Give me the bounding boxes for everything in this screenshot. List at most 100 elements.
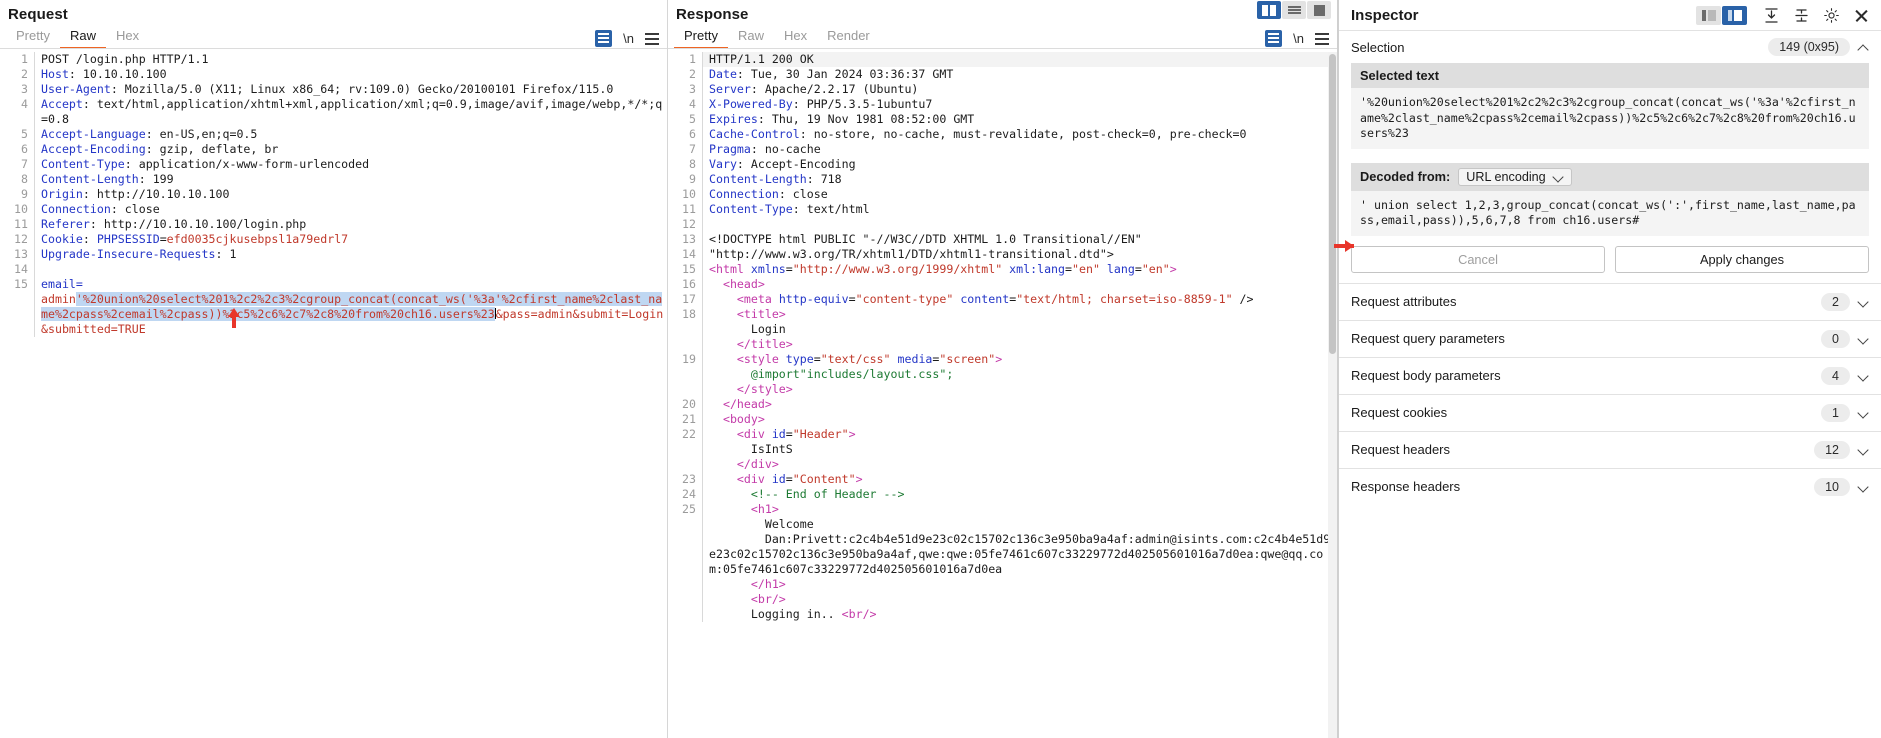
code-line: 24 <!-- End of Header --> — [668, 487, 1337, 502]
line-number: 10 — [682, 187, 696, 201]
code-line: 15 email= — [0, 277, 667, 292]
line-number: 25 — [682, 502, 696, 516]
request-tab-hex[interactable]: Hex — [106, 26, 149, 49]
line-number: 3 — [21, 82, 28, 96]
section-count-badge: 0 — [1821, 329, 1850, 348]
line-number: 11 — [682, 202, 696, 216]
hamburger-menu-icon[interactable] — [1315, 32, 1329, 46]
inspector-section-request-query-parameters[interactable]: Request query parameters 0 — [1339, 319, 1881, 357]
decoded-value[interactable]: ' union select 1,2,3,group_concat(concat… — [1351, 190, 1869, 236]
code-line: Logging in.. <br/> — [668, 607, 1337, 622]
request-editor[interactable]: 1 POST /login.php HTTP/1.1 2 Host: 10.10.10… — [0, 52, 667, 738]
expand-all-icon[interactable] — [1761, 5, 1781, 25]
request-tab-raw[interactable]: Raw — [59, 26, 106, 49]
response-editor[interactable]: 1 HTTP/1.1 200 OK 2 Date: Tue, 30 Jan 2024 … — [668, 52, 1337, 738]
chevron-down-icon[interactable] — [1858, 481, 1869, 492]
line-number: 9 — [689, 172, 696, 186]
code-line: 7 Content-Type: application/x-www-form-ur… — [0, 157, 667, 172]
response-tab-underline — [668, 48, 1337, 49]
line-number: 9 — [21, 187, 28, 201]
inspector-section-response-headers[interactable]: Response headers 10 — [1339, 467, 1881, 505]
selection-section-header[interactable]: Selection 149 (0x95) — [1339, 31, 1881, 63]
request-toolbar: \n — [595, 30, 659, 47]
code-line: Welcome — [668, 517, 1337, 532]
line-number: 2 — [689, 67, 696, 81]
response-tab-render[interactable]: Render — [817, 26, 880, 49]
split-vertical-layout-button[interactable] — [1257, 1, 1281, 19]
single-pane-layout-button[interactable] — [1307, 1, 1331, 19]
request-body-payload[interactable]: admin'%20union%20select%201%2c2%2c3%2cgr… — [0, 292, 667, 337]
code-line: 6 Cache-Control: no-store, no-cache, must… — [668, 127, 1337, 142]
line-number: 4 — [21, 97, 28, 111]
inspector-button-row: Cancel Apply changes — [1339, 236, 1881, 283]
gear-icon[interactable] — [1821, 5, 1841, 25]
chevron-down-icon[interactable] — [1858, 296, 1869, 307]
decoding-select[interactable]: URL encoding — [1458, 167, 1572, 186]
decoded-card: Decoded from: URL encoding ' union selec… — [1351, 162, 1869, 236]
code-line: 5 Expires: Thu, 19 Nov 1981 08:52:00 GMT — [668, 112, 1337, 127]
code-line: 1 HTTP/1.1 200 OK — [668, 52, 1337, 67]
word-wrap-icon[interactable] — [1265, 30, 1283, 47]
section-count-badge: 4 — [1821, 366, 1850, 385]
hamburger-menu-icon[interactable] — [645, 32, 659, 46]
selected-text-card: Selected text '%20union%20select%201%2c2… — [1351, 63, 1869, 149]
code-line: </div> — [668, 457, 1337, 472]
code-line: 4 Accept: text/html,application/xhtml+xml… — [0, 97, 667, 127]
section-label: Request query parameters — [1351, 331, 1505, 346]
request-tab-bar: Pretty Raw Hex — [0, 25, 667, 49]
chevron-down-icon[interactable] — [1858, 370, 1869, 381]
inspector-section-request-headers[interactable]: Request headers 12 — [1339, 430, 1881, 468]
response-scrollbar-thumb[interactable] — [1329, 54, 1336, 354]
panel-right-layout-button[interactable] — [1722, 5, 1747, 25]
stacked-rows-layout-button[interactable] — [1282, 1, 1306, 19]
request-tab-pretty[interactable]: Pretty — [6, 26, 60, 49]
chevron-down-icon[interactable] — [1858, 444, 1869, 455]
code-line: 20 </head> — [668, 397, 1337, 412]
line-number: 4 — [689, 97, 696, 111]
line-number: 22 — [682, 427, 696, 441]
section-label: Response headers — [1351, 479, 1461, 494]
inspector-section-request-attributes[interactable]: Request attributes 2 — [1339, 282, 1881, 320]
code-line: 10 Connection: close — [0, 202, 667, 217]
line-number: 18 — [682, 307, 696, 321]
code-line: </h1> — [668, 577, 1337, 592]
line-number: 6 — [689, 127, 696, 141]
cancel-button[interactable]: Cancel — [1351, 245, 1605, 273]
selected-text-header: Selected text — [1351, 63, 1869, 88]
section-count-badge: 1 — [1821, 403, 1850, 422]
code-line: Login — [668, 322, 1337, 337]
inspector-title: Inspector — [1351, 6, 1419, 24]
collapse-all-icon[interactable] — [1791, 5, 1811, 25]
chevron-down-icon[interactable] — [1858, 333, 1869, 344]
chevron-up-icon[interactable] — [1858, 42, 1869, 53]
section-count-badge: 12 — [1814, 440, 1850, 459]
code-line: 2 Date: Tue, 30 Jan 2024 03:36:37 GMT — [668, 67, 1337, 82]
line-number: 15 — [14, 277, 28, 291]
line-number: 23 — [682, 472, 696, 486]
response-title: Response — [676, 6, 749, 23]
burp-suite-window: Request Pretty Raw Hex \n 1 POST /login.p… — [0, 0, 1881, 738]
code-line: 8 Content-Length: 199 — [0, 172, 667, 187]
selection-label: Selection — [1351, 39, 1405, 55]
response-scrollbar[interactable] — [1328, 52, 1337, 738]
inspector-section-request-body-parameters[interactable]: Request body parameters 4 — [1339, 356, 1881, 394]
code-line: 21 <body> — [668, 412, 1337, 427]
selected-text-value[interactable]: '%20union%20select%201%2c2%2c3%2cgroup_c… — [1351, 88, 1869, 149]
response-tab-hex[interactable]: Hex — [774, 26, 817, 49]
line-number: 13 — [14, 247, 28, 261]
inspector-section-request-cookies[interactable]: Request cookies 1 — [1339, 393, 1881, 431]
chevron-down-icon[interactable] — [1858, 407, 1869, 418]
newline-toggle[interactable]: \n — [1293, 31, 1304, 46]
section-label: Request attributes — [1351, 294, 1457, 309]
apply-changes-button[interactable]: Apply changes — [1615, 245, 1869, 273]
line-number: 17 — [682, 292, 696, 306]
response-tab-pretty[interactable]: Pretty — [674, 26, 728, 49]
word-wrap-icon[interactable] — [595, 30, 613, 47]
response-pane: Response Pretty Raw Hex Render \n 1 HTTP/… — [668, 0, 1338, 738]
newline-toggle[interactable]: \n — [623, 31, 634, 46]
response-tab-raw[interactable]: Raw — [728, 26, 774, 49]
panel-left-layout-button[interactable] — [1696, 5, 1721, 25]
code-line: 11 Referer: http://10.10.10.100/login.php — [0, 217, 667, 232]
selection-count-badge: 149 (0x95) — [1768, 38, 1850, 56]
close-icon[interactable] — [1851, 5, 1871, 25]
